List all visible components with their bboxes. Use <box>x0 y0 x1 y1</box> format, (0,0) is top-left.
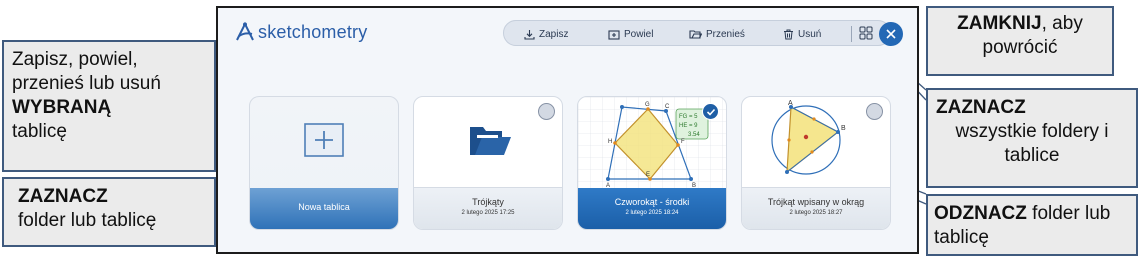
trash-icon <box>784 29 793 39</box>
close-icon <box>886 29 896 39</box>
preview-label: HE = 9 <box>679 123 698 129</box>
card-title: Nowa tablica <box>298 202 350 212</box>
card-footer: Czworokąt - środki 2 lutego 2025 18:24 <box>578 188 726 229</box>
checkmark-icon <box>706 108 715 116</box>
callout-bold: ZAZNACZ <box>18 186 108 207</box>
callout-bold: ZAZNACZ <box>936 97 1026 118</box>
plus-box-icon <box>304 123 344 157</box>
move-button[interactable]: Przenieś <box>689 25 745 43</box>
card-title: Czworokąt - środki <box>614 197 690 207</box>
delete-button[interactable]: Usuń <box>783 25 821 43</box>
callout-actions: Zapisz, powiel, przenieś lub usuń WYBRAN… <box>2 40 216 172</box>
close-button[interactable] <box>879 22 903 46</box>
preview-label: C <box>665 104 670 110</box>
app-window: sketchometry Zapisz Powiel Przenieś Usuń… <box>216 6 919 254</box>
folder-card[interactable]: Trójkąty 2 lutego 2025 17:25 <box>413 96 563 230</box>
card-date: 2 lutego 2025 18:27 <box>789 210 843 216</box>
duplicate-icon <box>608 29 620 40</box>
toolbar: Zapisz Powiel Przenieś Usuń <box>503 20 891 46</box>
move-button-label: Przenieś <box>706 28 745 40</box>
card-footer: Trójkąty 2 lutego 2025 17:25 <box>414 187 562 229</box>
preview-label: A <box>788 100 793 107</box>
card-footer: Trójkąt wpisany w okrąg 2 lutego 2025 18… <box>742 187 890 229</box>
toolbar-divider <box>851 26 852 42</box>
preview-label: F <box>681 139 685 145</box>
card-footer: Nowa tablica <box>250 188 398 229</box>
download-icon <box>524 29 535 40</box>
callout-text: Zapisz, powiel, przenieś lub usuń <box>12 49 161 94</box>
duplicate-button[interactable]: Powiel <box>608 25 653 43</box>
new-board-card[interactable]: Nowa tablica <box>249 96 399 230</box>
select-all-button[interactable] <box>858 25 874 41</box>
save-button[interactable]: Zapisz <box>524 25 568 43</box>
callout-bold: WYBRANĄ <box>12 97 112 118</box>
preview-label: FG = 5 <box>679 114 698 120</box>
card-date: 2 lutego 2025 17:25 <box>461 210 515 216</box>
preview-label: G <box>645 102 650 108</box>
callout-text: folder lub tablicę <box>18 210 157 231</box>
folder-icon <box>470 127 511 155</box>
duplicate-button-label: Powiel <box>624 28 654 40</box>
preview-label: 3.54 <box>688 132 700 138</box>
callout-close: ZAMKNIJ, aby powrócić <box>926 6 1114 76</box>
preview-label: E <box>646 172 650 178</box>
callout-select-item: ZAZNACZ folder lub tablicę <box>2 177 216 247</box>
callout-bold: ODZNACZ <box>934 203 1027 224</box>
compass-logo-icon <box>236 21 254 41</box>
card-title: Trójkąt wpisany w okrąg <box>767 197 865 207</box>
select-toggle[interactable] <box>866 103 883 120</box>
select-toggle-checked[interactable] <box>702 103 719 120</box>
card-date: 2 lutego 2025 18:24 <box>625 210 679 216</box>
callout-text: wszystkie foldery i tablice <box>955 121 1109 166</box>
preview-label: H <box>608 139 612 145</box>
app-logo[interactable]: sketchometry <box>234 20 367 44</box>
select-toggle[interactable] <box>538 103 555 120</box>
callout-text: tablicę <box>12 121 67 142</box>
board-card[interactable]: A B Trójkąt wpisany w okrąg 2 lutego 202… <box>741 96 891 230</box>
preview-label: B <box>841 125 846 132</box>
folder-move-icon <box>689 29 702 39</box>
save-button-label: Zapisz <box>539 28 569 40</box>
callout-deselect: ODZNACZ folder lub tablicę <box>926 194 1138 256</box>
board-card-selected[interactable]: G C H F E A B FG = 5 HE = 9 3.54 Czworok… <box>577 96 727 230</box>
callout-select-all: ZAZNACZ wszystkie foldery i tablice <box>926 88 1138 188</box>
delete-button-label: Usuń <box>798 28 822 40</box>
callout-bold: ZAMKNIJ <box>957 13 1042 34</box>
card-title: Trójkąty <box>472 197 504 207</box>
logo-text: sketchometry <box>258 21 368 42</box>
